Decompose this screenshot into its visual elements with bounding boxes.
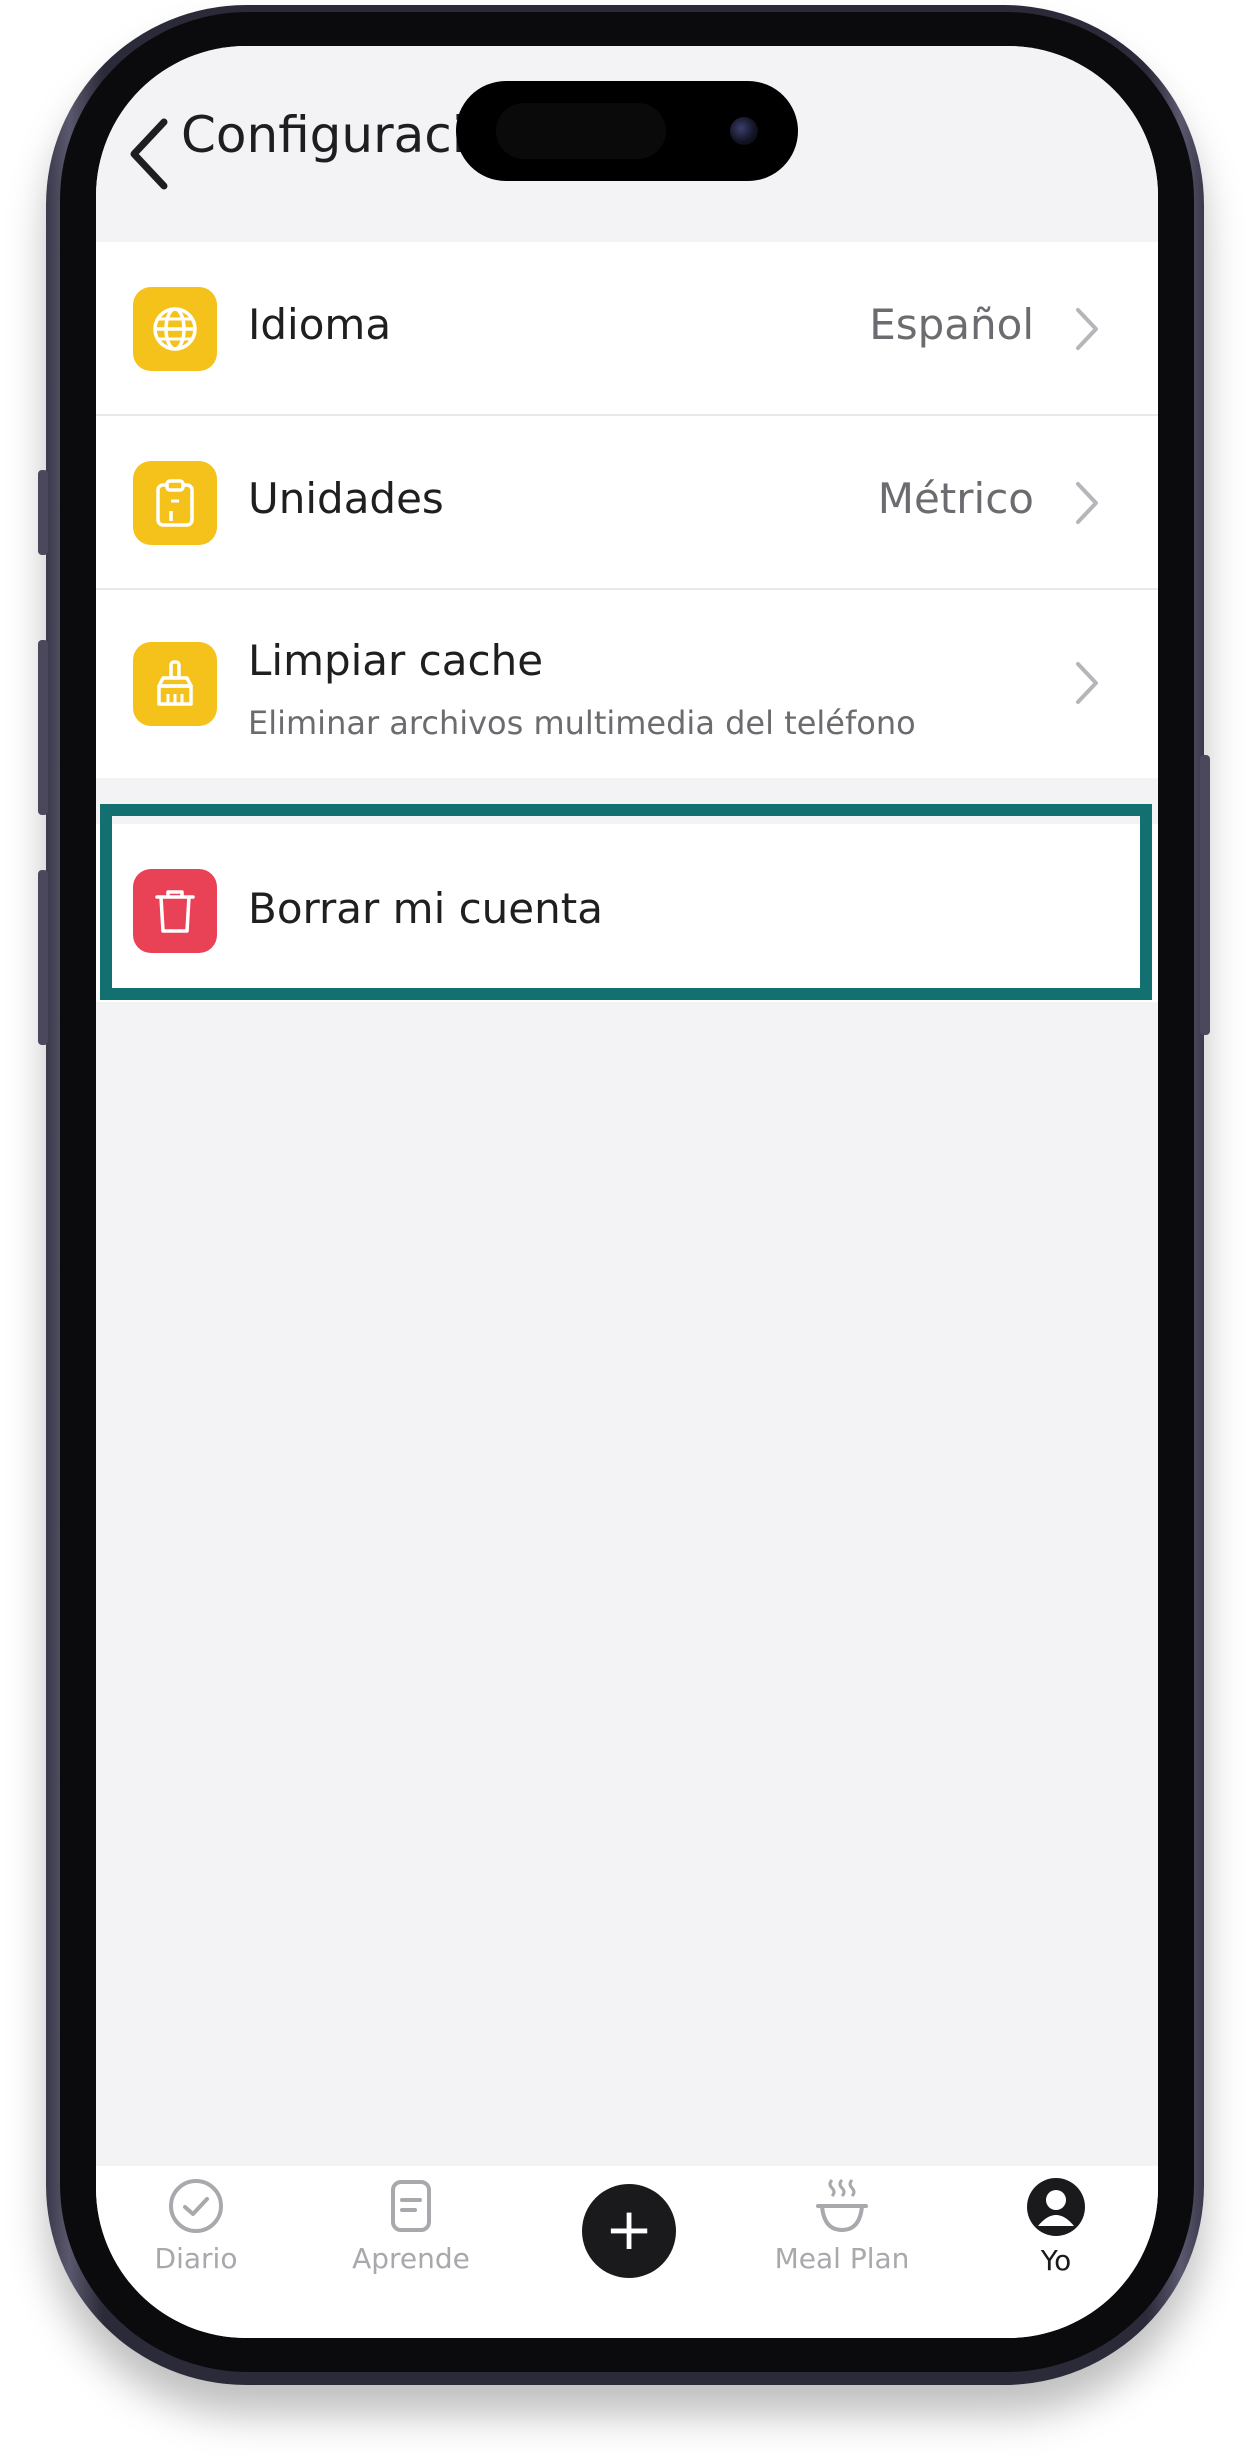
bottom-tab-bar: Diario Aprende + Meal Plan Yo bbox=[96, 2166, 1158, 2338]
settings-item-language[interactable]: Idioma Español bbox=[96, 242, 1158, 416]
chevron-right-icon bbox=[1076, 308, 1098, 350]
chevron-right-icon bbox=[1076, 662, 1098, 704]
back-chevron-icon[interactable] bbox=[120, 114, 176, 194]
delete-account-label: Borrar mi cuenta bbox=[248, 884, 603, 933]
tab-label: Diario bbox=[154, 2242, 238, 2275]
tab-diario[interactable]: Diario bbox=[106, 2176, 286, 2326]
trash-icon bbox=[133, 869, 217, 953]
user-icon bbox=[1027, 2178, 1085, 2236]
action-button bbox=[38, 470, 48, 555]
settings-item-label: Idioma bbox=[248, 300, 392, 349]
volume-up-button bbox=[38, 640, 48, 815]
settings-item-value: Español bbox=[869, 300, 1034, 349]
delete-account-button[interactable]: Borrar mi cuenta bbox=[96, 824, 1158, 1002]
tab-aprende[interactable]: Aprende bbox=[321, 2176, 501, 2326]
settings-item-label: Limpiar cache bbox=[248, 636, 544, 685]
settings-item-label: Unidades bbox=[248, 474, 444, 523]
check-circle-icon bbox=[169, 2179, 223, 2233]
chevron-right-icon bbox=[1076, 482, 1098, 524]
settings-item-value: Métrico bbox=[877, 474, 1034, 523]
add-button[interactable]: + bbox=[582, 2184, 676, 2278]
tab-label: Yo bbox=[1040, 2244, 1072, 2277]
tab-label: Aprende bbox=[352, 2242, 470, 2275]
tab-label: Meal Plan bbox=[774, 2242, 910, 2275]
globe-icon bbox=[133, 287, 217, 371]
clipboard-icon bbox=[133, 461, 217, 545]
island-sensor bbox=[496, 103, 666, 159]
dynamic-island bbox=[456, 81, 798, 181]
front-camera bbox=[730, 117, 758, 145]
document-icon bbox=[391, 2180, 431, 2232]
settings-item-units[interactable]: Unidades Métrico bbox=[96, 416, 1158, 590]
volume-down-button bbox=[38, 870, 48, 1045]
bowl-icon bbox=[816, 2178, 868, 2233]
tab-yo[interactable]: Yo bbox=[966, 2176, 1146, 2326]
page-title: Configuració bbox=[181, 106, 497, 164]
broom-icon bbox=[133, 642, 217, 726]
settings-list: Idioma Español Unidades Métrico Limpiar … bbox=[96, 242, 1158, 778]
settings-item-clear-cache[interactable]: Limpiar cache Eliminar archivos multimed… bbox=[96, 590, 1158, 778]
power-button bbox=[1200, 755, 1210, 1035]
settings-item-subtitle: Eliminar archivos multimedia del teléfon… bbox=[248, 704, 916, 742]
app-screen: Configuració Idioma Español Unidades Mét… bbox=[96, 46, 1158, 2338]
tab-meal-plan[interactable]: Meal Plan bbox=[752, 2176, 932, 2326]
